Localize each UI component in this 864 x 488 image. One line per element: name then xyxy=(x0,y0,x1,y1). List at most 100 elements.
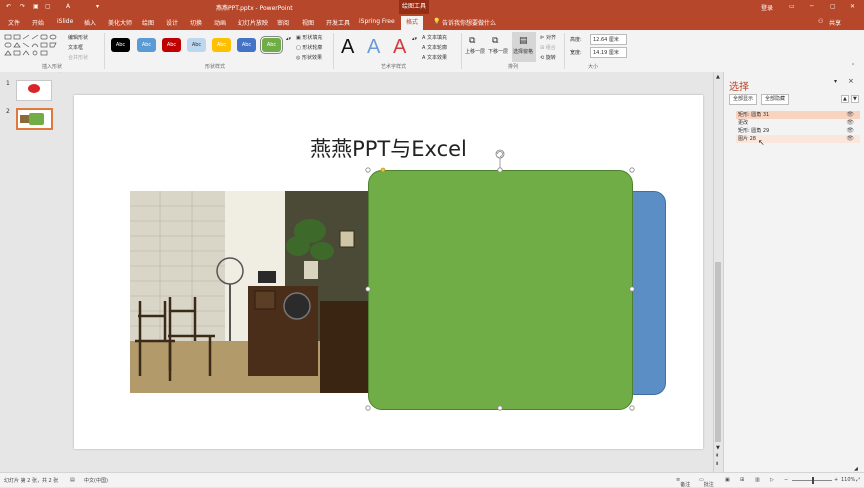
text-effects-button[interactable]: A 文本效果 xyxy=(422,54,447,61)
close-icon[interactable]: ✕ xyxy=(850,3,855,10)
next-slide-icon[interactable]: ⇟ xyxy=(715,461,719,467)
font-icon[interactable]: A xyxy=(66,3,70,10)
move-up-icon[interactable]: ▲ xyxy=(841,95,849,103)
tab-draw[interactable]: 绘图 xyxy=(142,18,154,27)
group-button[interactable]: ⊞ 组合 xyxy=(540,44,556,51)
room-photo[interactable] xyxy=(130,191,380,393)
tab-home[interactable]: 开始 xyxy=(32,18,44,27)
style-swatch-darkblue[interactable]: Abc xyxy=(237,38,256,52)
zoom-in-icon[interactable]: + xyxy=(834,477,838,483)
scrollbar-thumb[interactable] xyxy=(715,262,721,442)
vertical-scrollbar[interactable]: ▲ ▼ ⇞ ⇟ xyxy=(713,72,723,472)
text-fill-button[interactable]: A 文本填充 xyxy=(422,34,447,41)
reading-view-icon[interactable]: ▥ xyxy=(755,477,760,483)
zoom-level[interactable]: 110% xyxy=(841,477,855,483)
redo-icon[interactable]: ↷ xyxy=(20,3,25,10)
shape-effects-button[interactable]: ◎ 形状效果 xyxy=(296,54,322,61)
quick-access-icon[interactable]: ▢ xyxy=(45,3,51,10)
pane-options-icon[interactable]: ▾ xyxy=(834,78,837,85)
selection-pane-button[interactable]: ▤ 选择窗格 xyxy=(512,32,536,62)
height-input[interactable]: 12.64 厘米 xyxy=(590,34,627,45)
save-icon[interactable]: ▣ xyxy=(33,3,39,10)
text-box-button[interactable]: 文本框 xyxy=(68,44,83,51)
slideshow-view-icon[interactable]: ▷ xyxy=(770,477,774,483)
scroll-up-icon[interactable]: ▲ xyxy=(716,74,720,80)
slide[interactable]: 燕燕PPT与Excel xyxy=(74,95,703,449)
selection-item[interactable]: 矩形: 圆角 29 👁 xyxy=(736,127,860,135)
maximize-icon[interactable]: ▢ xyxy=(830,3,836,10)
visibility-eye-icon[interactable]: 👁 xyxy=(846,127,854,135)
spellcheck-icon[interactable]: ▤ xyxy=(70,477,75,483)
scroll-down-icon[interactable]: ▼ xyxy=(716,445,720,451)
notes-button[interactable]: ≡ 备注 xyxy=(676,477,690,488)
tab-transitions[interactable]: 切换 xyxy=(190,18,202,27)
selection-pane-icon: ▤ xyxy=(519,36,528,46)
share-icon[interactable]: ⚇ xyxy=(818,18,823,25)
undo-icon[interactable]: ↶ xyxy=(6,3,11,10)
tab-view[interactable]: 视图 xyxy=(302,18,314,27)
tab-file[interactable]: 文件 xyxy=(8,18,20,27)
tab-format[interactable]: 格式 xyxy=(401,16,424,31)
style-swatch-black[interactable]: Abc xyxy=(111,38,130,52)
style-swatch-green[interactable]: Abc xyxy=(260,36,283,54)
selection-item[interactable]: 更改 👁 xyxy=(736,119,860,127)
minimize-icon[interactable]: ─ xyxy=(810,3,814,10)
share-button[interactable]: 共享 xyxy=(829,18,841,27)
tab-developer[interactable]: 开发工具 xyxy=(326,18,350,27)
wordart-scroll-icon[interactable]: ▴▾ xyxy=(412,36,417,42)
tab-insert[interactable]: 插入 xyxy=(84,18,96,27)
visibility-eye-icon[interactable]: 👁 xyxy=(846,119,854,127)
tab-design[interactable]: 设计 xyxy=(166,18,178,27)
shape-outline-button[interactable]: ▢ 形状轮廓 xyxy=(296,44,322,51)
style-swatch-gold[interactable]: Abc xyxy=(212,38,231,52)
move-down-icon[interactable]: ▼ xyxy=(851,95,859,103)
send-backward-button[interactable]: 下移一层 xyxy=(488,48,508,55)
login-link[interactable]: 登录 xyxy=(761,3,773,12)
tab-meihua[interactable]: 美化大师 xyxy=(108,18,132,27)
merge-shapes-button[interactable]: 合并形状 xyxy=(68,54,88,61)
tab-animations[interactable]: 动画 xyxy=(214,18,226,27)
language-status[interactable]: 中文(中国) xyxy=(84,477,108,484)
tab-review[interactable]: 审阅 xyxy=(277,18,289,27)
text-outline-button[interactable]: A 文本轮廓 xyxy=(422,44,447,51)
selection-item[interactable]: 图片 28 👁 xyxy=(736,135,860,143)
tab-slideshow[interactable]: 幻灯片放映 xyxy=(238,18,268,27)
slide-thumb-1[interactable] xyxy=(16,80,52,101)
pane-close-icon[interactable]: × xyxy=(848,77,854,85)
collapse-ribbon-icon[interactable]: ⌃ xyxy=(851,63,855,69)
slide-thumb-2[interactable] xyxy=(16,108,53,130)
comments-button[interactable]: ▭ 批注 xyxy=(699,477,714,488)
selection-handles[interactable] xyxy=(359,147,641,417)
width-input[interactable]: 14.19 厘米 xyxy=(590,47,627,58)
bring-forward-button[interactable]: 上移一层 xyxy=(465,48,485,55)
show-all-button[interactable]: 全部显示 xyxy=(729,94,758,105)
fit-slide-icon[interactable]: ⤢ xyxy=(856,477,860,483)
style-swatch-blue[interactable]: Abc xyxy=(137,38,156,52)
customize-icon[interactable]: ▾ xyxy=(96,3,99,10)
normal-view-icon[interactable]: ▣ xyxy=(725,477,730,483)
wordart-style-black[interactable]: A xyxy=(341,36,354,59)
shape-fill-button[interactable]: ▣ 形状填充 xyxy=(296,34,322,41)
zoom-slider-thumb[interactable] xyxy=(812,477,814,484)
rotate-button[interactable]: ⟲ 旋转 xyxy=(540,54,556,61)
selection-item[interactable]: 矩形: 圆角 31 👁 xyxy=(736,111,860,119)
hide-all-button[interactable]: 全部隐藏 xyxy=(761,94,790,105)
edit-shape-button[interactable]: 编辑形状 xyxy=(68,34,88,41)
tell-me-input[interactable]: 告诉我你想要做什么 xyxy=(442,18,496,27)
gallery-scroll-icon[interactable]: ▴▾ xyxy=(286,36,291,42)
tab-ispring[interactable]: iSpring Free xyxy=(359,18,395,25)
prev-slide-icon[interactable]: ⇞ xyxy=(715,453,719,459)
mouse-cursor-icon: ↖ xyxy=(758,138,765,147)
sorter-view-icon[interactable]: ⊞ xyxy=(740,477,744,483)
align-button[interactable]: ⊫ 对齐 xyxy=(540,34,556,41)
visibility-eye-icon[interactable]: 👁 xyxy=(846,135,854,143)
ribbon-display-icon[interactable]: ▭ xyxy=(789,3,795,10)
shapes-gallery[interactable] xyxy=(4,33,66,59)
style-swatch-lightblue[interactable]: Abc xyxy=(187,38,206,52)
style-swatch-red[interactable]: Abc xyxy=(162,38,181,52)
zoom-out-icon[interactable]: − xyxy=(784,477,788,483)
wordart-style-blue[interactable]: A xyxy=(367,36,380,59)
visibility-eye-icon[interactable]: 👁 xyxy=(846,111,854,119)
wordart-style-red[interactable]: A xyxy=(393,36,406,59)
tab-islide[interactable]: iSlide xyxy=(57,18,73,25)
